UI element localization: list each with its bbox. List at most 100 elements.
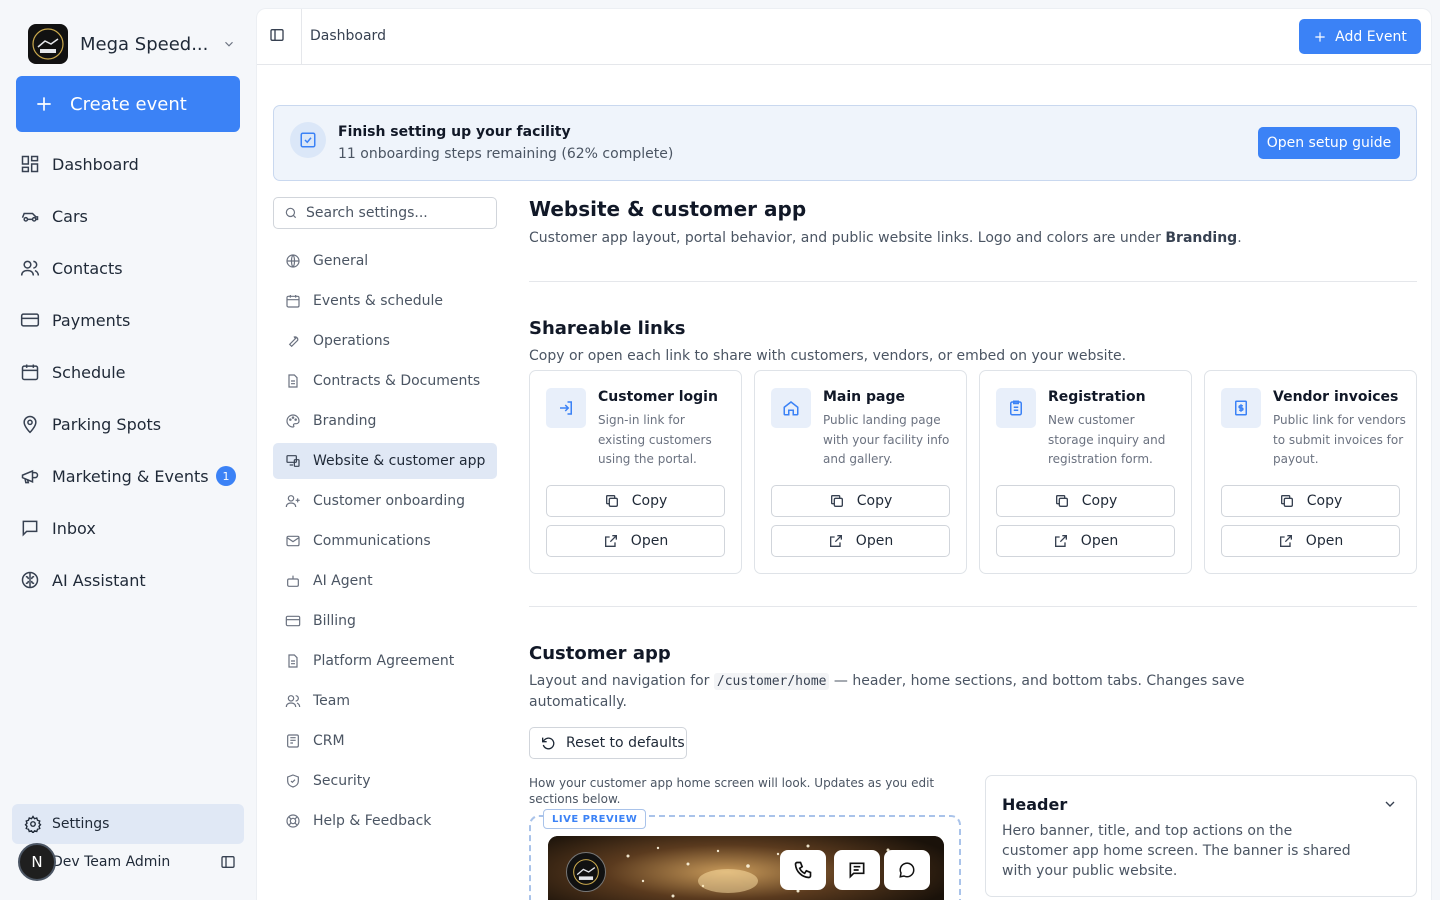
nav-label: Marketing & Events bbox=[52, 466, 209, 486]
page-description: Customer app layout, portal behavior, an… bbox=[529, 230, 1242, 246]
header-section-card[interactable]: Header Hero banner, title, and top actio… bbox=[985, 775, 1417, 897]
create-event-button[interactable]: Create event bbox=[16, 76, 240, 132]
external-link-icon bbox=[603, 533, 619, 549]
link-card-title: Main page bbox=[823, 389, 906, 405]
user-plus-icon bbox=[285, 493, 301, 509]
brain-icon bbox=[20, 570, 40, 590]
nav-item-settings[interactable]: Settings bbox=[12, 804, 244, 844]
open-button[interactable]: Open bbox=[1221, 525, 1400, 557]
preview-note: How your customer app home screen will l… bbox=[529, 776, 935, 806]
check-square-icon bbox=[290, 122, 326, 158]
open-button[interactable]: Open bbox=[996, 525, 1175, 557]
header-card-title: Header bbox=[1002, 795, 1068, 814]
settings-nav-label: Contracts & Documents bbox=[313, 373, 481, 389]
users-icon bbox=[20, 258, 40, 278]
settings-nav-general[interactable]: General bbox=[273, 243, 497, 279]
brand-name: Mega Speed... bbox=[80, 33, 209, 55]
chevron-down-icon[interactable] bbox=[1382, 796, 1398, 812]
open-setup-guide-button[interactable]: Open setup guide bbox=[1258, 127, 1400, 159]
brand-switcher[interactable]: Mega Speed... bbox=[28, 24, 238, 64]
nav-item-cars[interactable]: Cars bbox=[16, 190, 240, 242]
settings-nav-label: Branding bbox=[313, 413, 377, 429]
palette-icon bbox=[285, 413, 301, 429]
settings-nav-label: Team bbox=[313, 693, 351, 709]
car-icon bbox=[20, 206, 40, 226]
message-icon[interactable] bbox=[834, 850, 880, 890]
sidebar-toggle-icon[interactable] bbox=[220, 854, 236, 870]
nav-label: Parking Spots bbox=[52, 414, 162, 434]
settings-nav-label: Billing bbox=[313, 613, 356, 629]
settings-nav-contracts-documents[interactable]: Contracts & Documents bbox=[273, 363, 497, 399]
settings-nav-customer-onboarding[interactable]: Customer onboarding bbox=[273, 483, 497, 519]
nav-label: Dashboard bbox=[52, 154, 139, 174]
settings-nav-operations[interactable]: Operations bbox=[273, 323, 497, 359]
reset-to-defaults-button[interactable]: Reset to defaults bbox=[529, 727, 687, 759]
nav-item-dashboard[interactable]: Dashboard bbox=[16, 138, 240, 190]
copy-button[interactable]: Copy bbox=[1221, 485, 1400, 517]
settings-nav-events-schedule[interactable]: Events & schedule bbox=[273, 283, 497, 319]
settings-nav-security[interactable]: Security bbox=[273, 763, 497, 799]
add-event-label: Add Event bbox=[1335, 28, 1407, 45]
link-card-title: Vendor invoices bbox=[1273, 389, 1399, 405]
nav-item-schedule[interactable]: Schedule bbox=[16, 346, 240, 398]
notification-badge: 1 bbox=[216, 466, 236, 486]
app-logo bbox=[566, 852, 606, 892]
nav-item-inbox[interactable]: Inbox bbox=[16, 502, 240, 554]
nav-label: Contacts bbox=[52, 258, 123, 278]
settings-nav-label: Communications bbox=[313, 533, 431, 549]
brand-logo bbox=[28, 24, 68, 64]
setup-banner-subtitle: 11 onboarding steps remaining (62% compl… bbox=[338, 146, 674, 162]
lifebuoy-icon bbox=[285, 813, 301, 829]
calendar-icon bbox=[20, 362, 40, 382]
create-event-label: Create event bbox=[70, 93, 187, 115]
dashboard-icon bbox=[20, 154, 40, 174]
nav-item-ai-assistant[interactable]: AI Assistant bbox=[16, 554, 240, 606]
settings-nav-label: Platform Agreement bbox=[313, 653, 455, 669]
settings-nav-communications[interactable]: Communications bbox=[273, 523, 497, 559]
settings-nav-team[interactable]: Team bbox=[273, 683, 497, 719]
settings-nav-help-feedback[interactable]: Help & Feedback bbox=[273, 803, 497, 839]
branding-link[interactable]: Branding bbox=[1165, 230, 1237, 246]
add-event-button[interactable]: Add Event bbox=[1299, 19, 1421, 54]
message-square-icon bbox=[20, 518, 40, 538]
copy-button[interactable]: Copy bbox=[546, 485, 725, 517]
nav-item-contacts[interactable]: Contacts bbox=[16, 242, 240, 294]
document-icon bbox=[285, 373, 301, 389]
user-menu[interactable]: N Dev Team Admin bbox=[18, 842, 244, 882]
settings-nav-branding[interactable]: Branding bbox=[273, 403, 497, 439]
breadcrumb[interactable]: Dashboard bbox=[310, 28, 386, 44]
customer-app-description: Layout and navigation for /customer/home… bbox=[529, 673, 1245, 710]
nav-item-parking-spots[interactable]: Parking Spots bbox=[16, 398, 240, 450]
page-title: Website & customer app bbox=[529, 197, 807, 221]
plus-icon bbox=[1313, 30, 1327, 44]
chat-icon[interactable] bbox=[884, 850, 930, 890]
settings-nav-label: Help & Feedback bbox=[313, 813, 432, 829]
settings-nav-billing[interactable]: Billing bbox=[273, 603, 497, 639]
phone-icon[interactable] bbox=[780, 850, 826, 890]
nav-label: Payments bbox=[52, 310, 131, 330]
link-card-description: Public landing page with your facility i… bbox=[823, 413, 950, 466]
settings-search[interactable] bbox=[273, 197, 497, 229]
open-button[interactable]: Open bbox=[771, 525, 950, 557]
settings-nav-ai-agent[interactable]: AI Agent bbox=[273, 563, 497, 599]
settings-nav-website-customer-app[interactable]: Website & customer app bbox=[273, 443, 497, 479]
open-button[interactable]: Open bbox=[546, 525, 725, 557]
login-icon bbox=[546, 388, 586, 428]
map-pin-icon bbox=[20, 414, 40, 434]
settings-nav-platform-agreement[interactable]: Platform Agreement bbox=[273, 643, 497, 679]
nav-item-marketing-events[interactable]: Marketing & Events 1 bbox=[16, 450, 240, 502]
calendar-icon bbox=[285, 293, 301, 309]
copy-button[interactable]: Copy bbox=[771, 485, 950, 517]
wrench-icon bbox=[285, 333, 301, 349]
external-link-icon bbox=[828, 533, 844, 549]
panel-toggle-icon[interactable] bbox=[269, 27, 285, 43]
copy-button[interactable]: Copy bbox=[996, 485, 1175, 517]
setup-banner: Finish setting up your facility 11 onboa… bbox=[273, 105, 1417, 181]
settings-search-input[interactable] bbox=[306, 205, 486, 221]
settings-nav-label: CRM bbox=[313, 733, 345, 749]
nav-item-payments[interactable]: Payments bbox=[16, 294, 240, 346]
main-nav: Dashboard Cars Contacts Payments Schedul… bbox=[16, 138, 240, 606]
shareable-links-title: Shareable links bbox=[529, 318, 686, 339]
globe-icon bbox=[285, 253, 301, 269]
settings-nav-crm[interactable]: CRM bbox=[273, 723, 497, 759]
